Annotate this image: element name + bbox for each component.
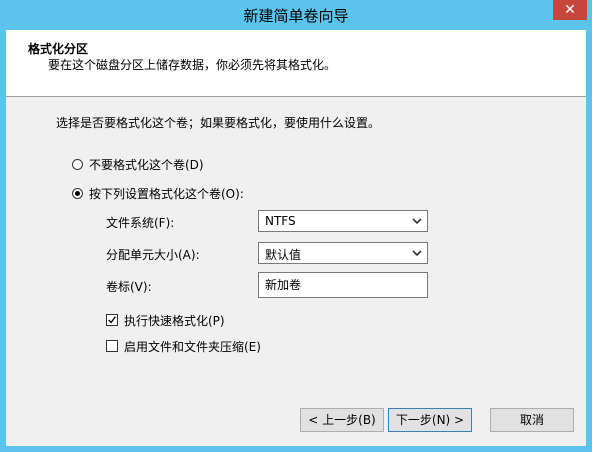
- prompt-text: 选择是否要格式化这个卷；如果要格式化，要使用什么设置。: [56, 116, 381, 130]
- wizard-client-area: 格式化分区 要在这个磁盘分区上储存数据，你必须先将其格式化。 选择是否要格式化这…: [6, 30, 586, 446]
- allocation-unit-select[interactable]: 默认值: [258, 242, 428, 264]
- allocation-unit-value: 默认值: [265, 248, 302, 262]
- page-description: 要在这个磁盘分区上储存数据，你必须先将其格式化。: [48, 58, 337, 72]
- radio-checked-icon[interactable]: [72, 187, 83, 199]
- page-title: 格式化分区: [28, 42, 89, 56]
- chevron-down-icon: [412, 218, 422, 225]
- radio-no-format-label: 不要格式化这个卷(D): [89, 157, 204, 172]
- checkmark-icon: [108, 316, 116, 324]
- wizard-header: 格式化分区 要在这个磁盘分区上储存数据，你必须先将其格式化。: [6, 30, 586, 97]
- checkbox-unchecked-icon[interactable]: [106, 340, 118, 352]
- wizard-window: 新建简单卷向导 ✕ 格式化分区 要在这个磁盘分区上储存数据，你必须先将其格式化。…: [0, 0, 592, 452]
- radio-icon[interactable]: [72, 158, 83, 170]
- quick-format-label: 执行快速格式化(P): [124, 313, 225, 328]
- volume-label-label: 卷标(V):: [106, 280, 152, 294]
- quick-format-checkbox[interactable]: 执行快速格式化(P): [106, 312, 225, 328]
- volume-label-input[interactable]: 新加卷: [258, 272, 428, 298]
- compression-label: 启用文件和文件夹压缩(E): [124, 339, 261, 354]
- chevron-down-icon: [412, 250, 422, 257]
- radio-format-label: 按下列设置格式化这个卷(O):: [89, 186, 244, 201]
- volume-label-value: 新加卷: [265, 278, 302, 292]
- next-button[interactable]: 下一步(N) >: [388, 408, 472, 432]
- file-system-label: 文件系统(F):: [106, 216, 175, 230]
- title-bar[interactable]: 新建简单卷向导 ✕: [0, 0, 592, 30]
- window-title: 新建简单卷向导: [243, 7, 349, 25]
- file-system-value: NTFS: [265, 214, 296, 228]
- radio-format[interactable]: 按下列设置格式化这个卷(O):: [72, 185, 244, 201]
- compression-checkbox[interactable]: 启用文件和文件夹压缩(E): [106, 338, 261, 354]
- back-button[interactable]: < 上一步(B): [300, 408, 384, 432]
- file-system-select[interactable]: NTFS: [258, 210, 428, 232]
- close-icon: ✕: [564, 2, 576, 18]
- cancel-button[interactable]: 取消: [490, 408, 574, 432]
- close-button[interactable]: ✕: [553, 0, 587, 20]
- radio-no-format[interactable]: 不要格式化这个卷(D): [72, 156, 204, 172]
- allocation-unit-label: 分配单元大小(A):: [106, 248, 200, 262]
- checkbox-checked-icon[interactable]: [106, 314, 118, 326]
